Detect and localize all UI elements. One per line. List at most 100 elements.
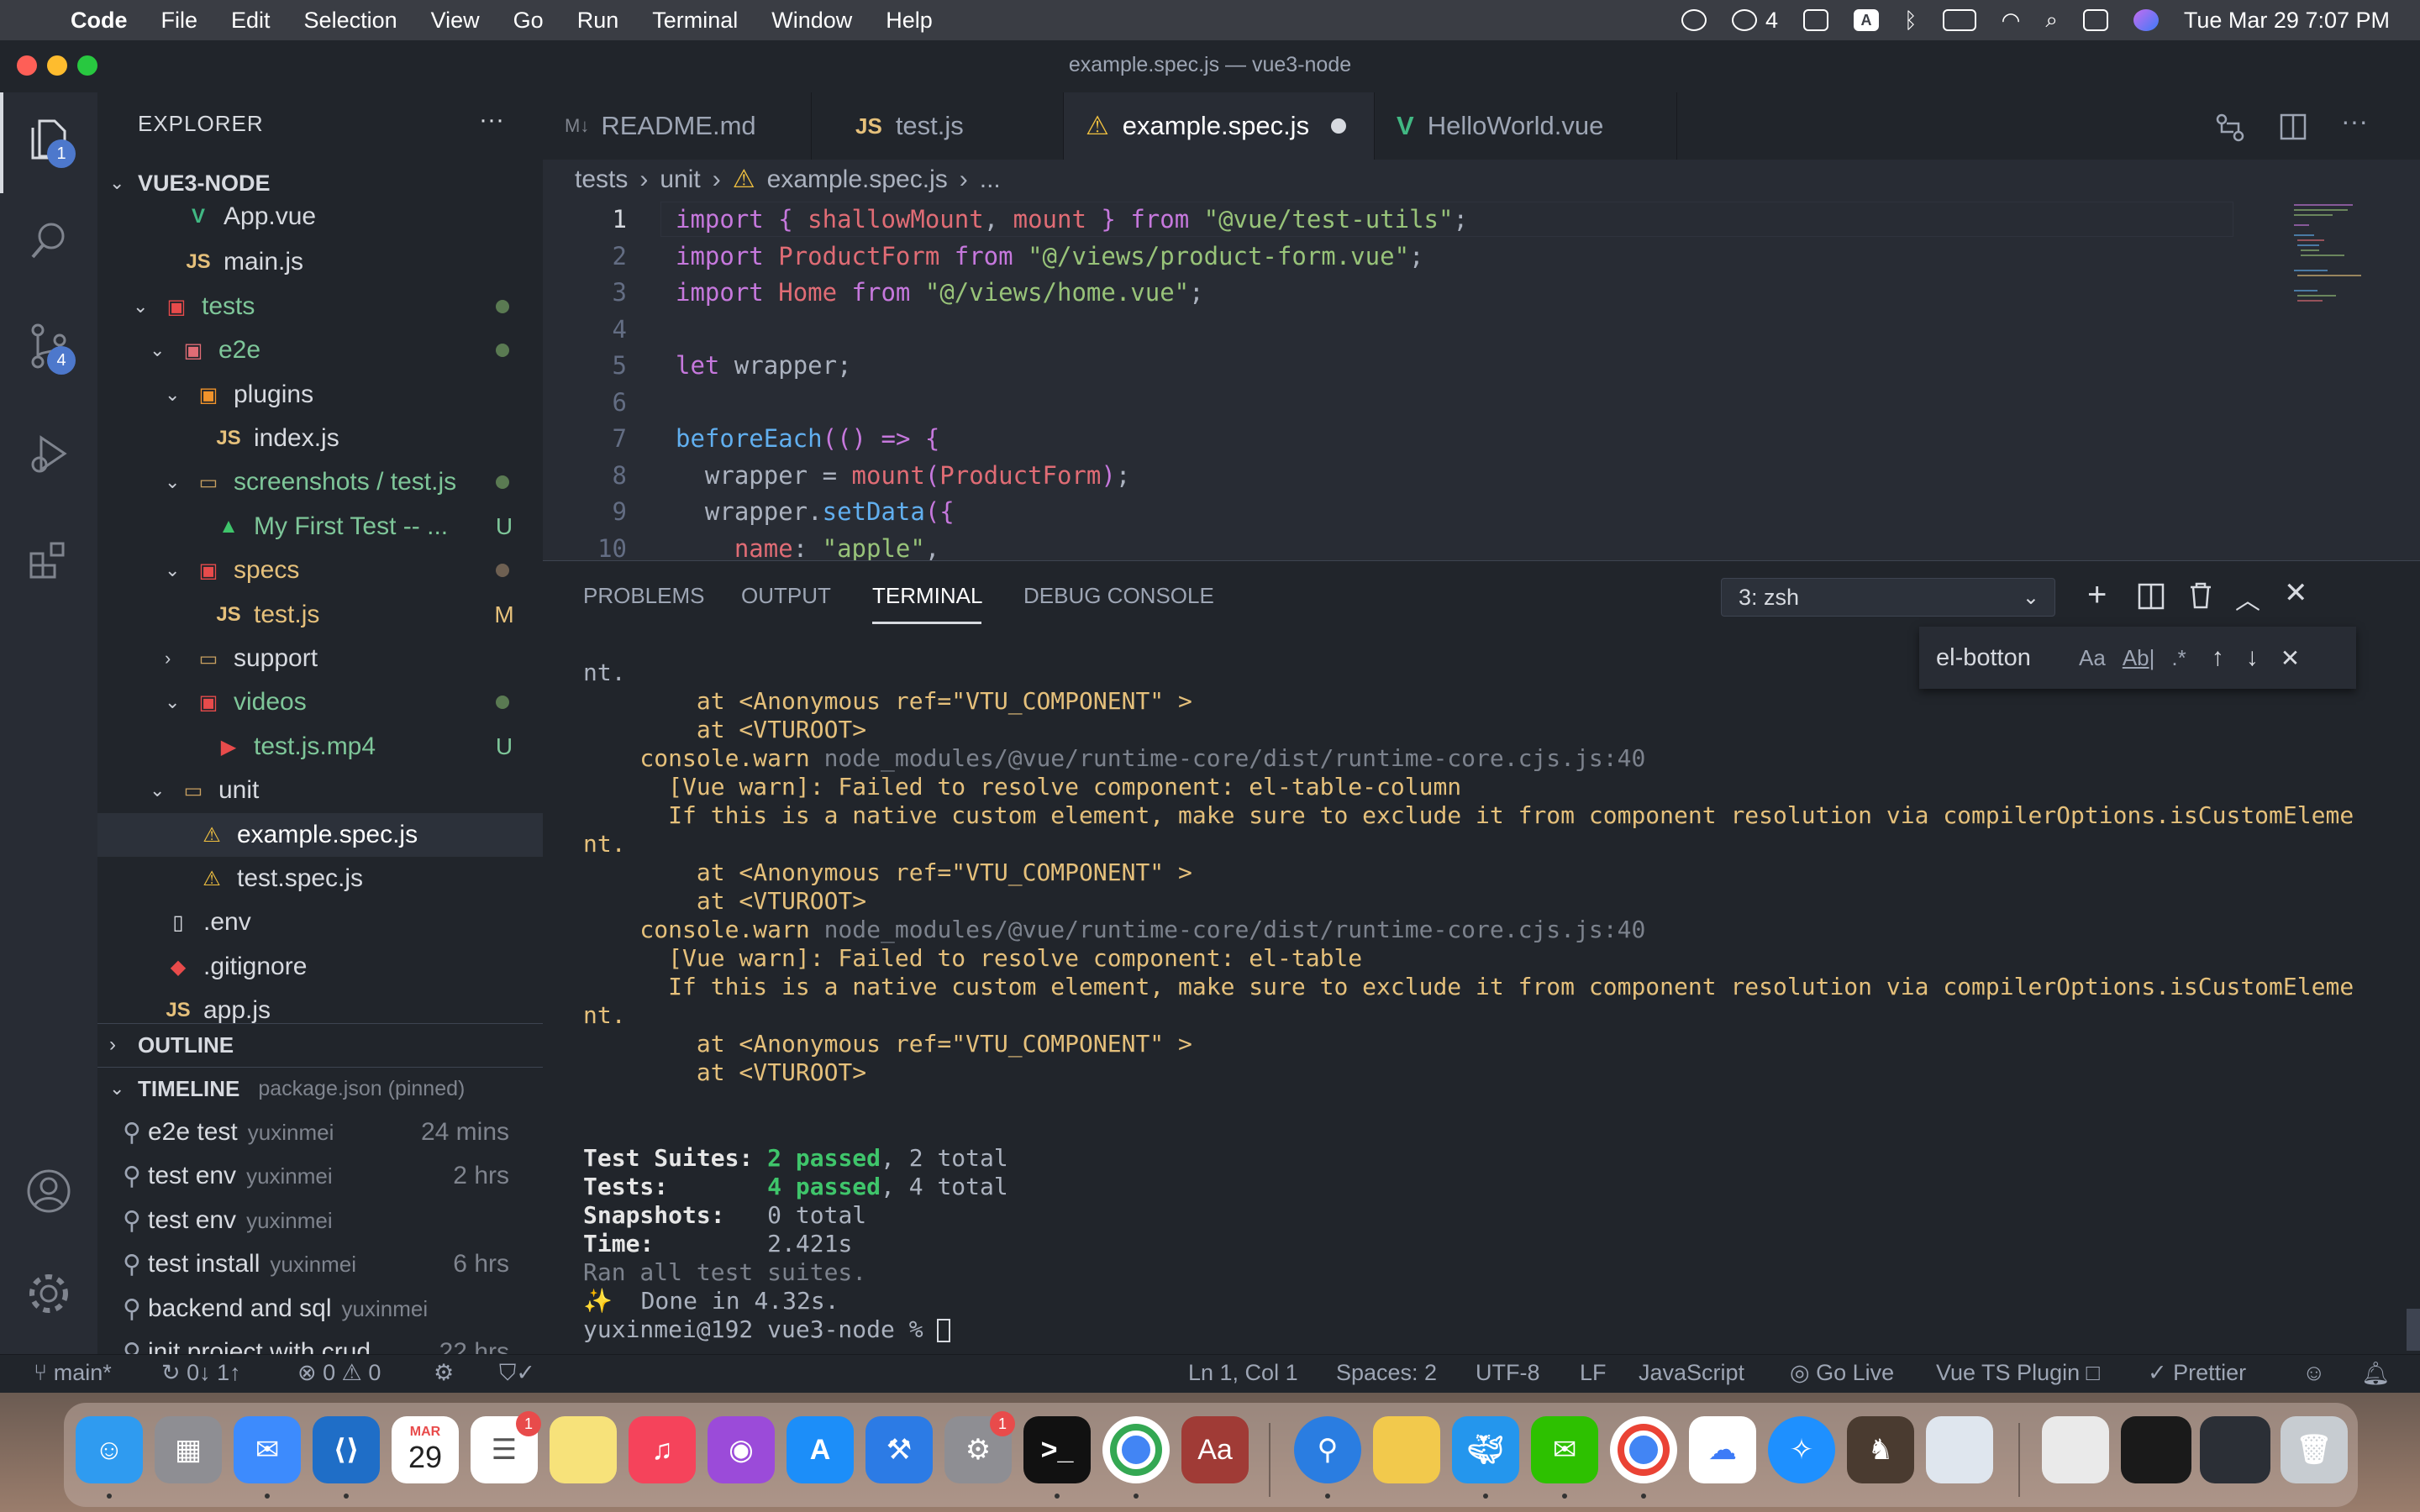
- wechat-app-icon[interactable]: ✉: [1531, 1416, 1598, 1483]
- tab-example-spec-js[interactable]: ⚠ example.spec.js: [1064, 92, 1375, 160]
- tab-debug-console[interactable]: DEBUG CONSOLE: [1023, 583, 1214, 609]
- terminal-scrollbar[interactable]: [2407, 1309, 2420, 1351]
- timeline-item[interactable]: ⚲ test env yuxinmei 2 hrs: [97, 1154, 543, 1198]
- cheatsheet-app-icon[interactable]: ♞: [1847, 1416, 1914, 1483]
- tab-readme[interactable]: M↓ README.md: [543, 92, 812, 160]
- stickies-icon[interactable]: [1373, 1416, 1440, 1483]
- tree-item-screenshots[interactable]: ⌄ ▭ screenshots / test.js: [97, 460, 543, 504]
- timeline-item[interactable]: ⚲ test install yuxinmei 6 hrs: [97, 1242, 543, 1286]
- cursor-position[interactable]: Ln 1, Col 1: [1188, 1360, 1298, 1386]
- app-menu[interactable]: Code: [71, 8, 128, 34]
- split-editor-icon[interactable]: [2279, 113, 2307, 145]
- match-case-icon[interactable]: Aa: [2079, 645, 2106, 671]
- outline-section-header[interactable]: › OUTLINE: [97, 1023, 543, 1066]
- input-source-icon[interactable]: A: [1854, 9, 1880, 31]
- tree-item-env[interactable]: ▯ .env: [97, 900, 543, 944]
- project-header[interactable]: ⌄ VUE3-NODE: [97, 165, 543, 202]
- chrome-canary-icon[interactable]: [1610, 1416, 1677, 1483]
- menubar-clock[interactable]: Tue Mar 29 7:07 PM: [2184, 8, 2390, 34]
- tab-helloworld-vue[interactable]: V HelloWorld.vue: [1375, 92, 1677, 160]
- close-panel-icon[interactable]: ✕: [2284, 576, 2308, 610]
- maps-pin-app-icon[interactable]: ⚲: [1294, 1416, 1361, 1483]
- breadcrumb-symbols[interactable]: ...: [980, 165, 1001, 194]
- live-share-icon[interactable]: ⛉✓: [499, 1360, 535, 1387]
- find-input[interactable]: el-botton: [1936, 644, 2070, 672]
- launchpad-icon[interactable]: ▦: [155, 1416, 222, 1483]
- trash-icon[interactable]: [2188, 581, 2213, 614]
- trash-bin-icon[interactable]: 🗑︎: [2281, 1416, 2348, 1483]
- app-store-icon[interactable]: A: [786, 1416, 854, 1483]
- tree-item-specs[interactable]: ⌄ ▣ specs: [97, 549, 543, 592]
- close-find-icon[interactable]: ✕: [2281, 644, 2300, 672]
- spotlight-search-icon[interactable]: ⌕: [2045, 7, 2058, 34]
- tree-item-e2e[interactable]: ⌄ ▣ e2e: [97, 328, 543, 372]
- tree-item-app-vue[interactable]: V App.vue: [97, 202, 543, 239]
- previous-match-icon[interactable]: ↑: [2212, 643, 2224, 672]
- preview-app-icon[interactable]: [1926, 1416, 1993, 1483]
- music-icon[interactable]: ♫: [629, 1416, 696, 1483]
- tree-item-gitignore[interactable]: ◆ .gitignore: [97, 945, 543, 989]
- line-ending[interactable]: LF: [1580, 1360, 1607, 1386]
- tab-output[interactable]: OUTPUT: [741, 583, 831, 609]
- tree-item-test-js-mp4[interactable]: ▶ test.js.mp4 U: [97, 725, 543, 769]
- tree-item-support[interactable]: › ▭ support: [97, 637, 543, 680]
- regex-icon[interactable]: .*: [2171, 645, 2186, 671]
- wechat-status[interactable]: 4: [1732, 8, 1778, 34]
- prettier[interactable]: ✓ Prettier: [2148, 1360, 2246, 1386]
- extensions-icon[interactable]: [24, 534, 74, 585]
- new-terminal-icon[interactable]: +: [2087, 576, 2107, 614]
- menu-terminal[interactable]: Terminal: [652, 8, 738, 34]
- timeline-item[interactable]: ⚲ init project with crud 22 hrs: [97, 1331, 543, 1354]
- search-icon[interactable]: [24, 215, 74, 265]
- open-changes-icon[interactable]: [2215, 113, 2245, 147]
- maximize-panel-icon[interactable]: ︿: [2235, 580, 2260, 617]
- bluetooth-icon[interactable]: ᛒ: [1904, 8, 1918, 34]
- dictionary-icon[interactable]: Aa: [1181, 1416, 1249, 1483]
- encoding[interactable]: UTF-8: [1476, 1360, 1540, 1386]
- timeline-item[interactable]: ⚲ test env yuxinmei: [97, 1199, 543, 1242]
- menu-help[interactable]: Help: [886, 8, 933, 34]
- xcode-icon[interactable]: ⚒: [865, 1416, 933, 1483]
- recent-window-thumbnail[interactable]: [2121, 1416, 2191, 1483]
- vscode-icon[interactable]: ⟨⟩: [313, 1416, 380, 1483]
- terminal-app-icon[interactable]: >_: [1023, 1416, 1091, 1483]
- docker-icon[interactable]: 🐳︎: [1452, 1416, 1519, 1483]
- run-debug-icon[interactable]: [24, 428, 74, 479]
- downloads-stack-icon[interactable]: [2042, 1416, 2109, 1483]
- indentation[interactable]: Spaces: 2: [1336, 1360, 1437, 1386]
- recent-window-thumbnail[interactable]: [2200, 1416, 2270, 1483]
- next-match-icon[interactable]: ↓: [2246, 643, 2259, 672]
- problems-status[interactable]: ⊗ 0 ⚠ 0: [297, 1360, 381, 1386]
- notes-icon[interactable]: [550, 1416, 617, 1483]
- tab-test-js[interactable]: JS test.js: [812, 92, 1064, 160]
- code-editor[interactable]: tests › unit › ⚠ example.spec.js › ... 1…: [543, 160, 2420, 560]
- go-live[interactable]: ◎ Go Live: [1790, 1360, 1894, 1386]
- menu-edit[interactable]: Edit: [231, 8, 271, 34]
- split-terminal-icon[interactable]: [2138, 583, 2165, 614]
- tree-item-videos[interactable]: ⌄ ▣ videos: [97, 680, 543, 724]
- safari-icon[interactable]: ✧: [1768, 1416, 1835, 1483]
- tab-terminal[interactable]: TERMINAL: [872, 583, 982, 609]
- calendar-icon[interactable]: MAR 29: [392, 1416, 459, 1483]
- tab-problems[interactable]: PROBLEMS: [583, 583, 705, 609]
- baidu-netdisk-icon[interactable]: ☁: [1689, 1416, 1756, 1483]
- siri-icon[interactable]: [2133, 9, 2159, 31]
- minimap[interactable]: [2294, 202, 2386, 311]
- menu-window[interactable]: Window: [771, 8, 852, 34]
- timeline-section-header[interactable]: ⌄ TIMELINE package.json (pinned): [97, 1067, 543, 1110]
- explorer-icon[interactable]: 1: [24, 114, 76, 168]
- terminal-select[interactable]: 3: zsh ⌄: [1721, 578, 2055, 617]
- battery-icon[interactable]: [1942, 9, 1976, 31]
- tree-item-example-spec-js[interactable]: ⚠ example.spec.js: [97, 813, 543, 857]
- feedback-icon[interactable]: ☺: [2302, 1360, 2326, 1386]
- podcasts-icon[interactable]: ◉: [708, 1416, 775, 1483]
- language-mode[interactable]: JavaScript: [1639, 1360, 1744, 1386]
- menu-go[interactable]: Go: [513, 8, 544, 34]
- creative-cloud-icon[interactable]: [1681, 9, 1707, 31]
- vue-ts-plugin[interactable]: Vue TS Plugin □: [1936, 1360, 2100, 1386]
- tree-item-specs-test-js[interactable]: JS test.js M: [97, 593, 543, 637]
- accounts-icon[interactable]: [24, 1166, 74, 1216]
- mail-icon[interactable]: ✉: [234, 1416, 301, 1483]
- match-whole-word-icon[interactable]: Ab|: [2123, 645, 2155, 671]
- tree-item-tests[interactable]: ⌄ ▣ tests: [97, 285, 543, 328]
